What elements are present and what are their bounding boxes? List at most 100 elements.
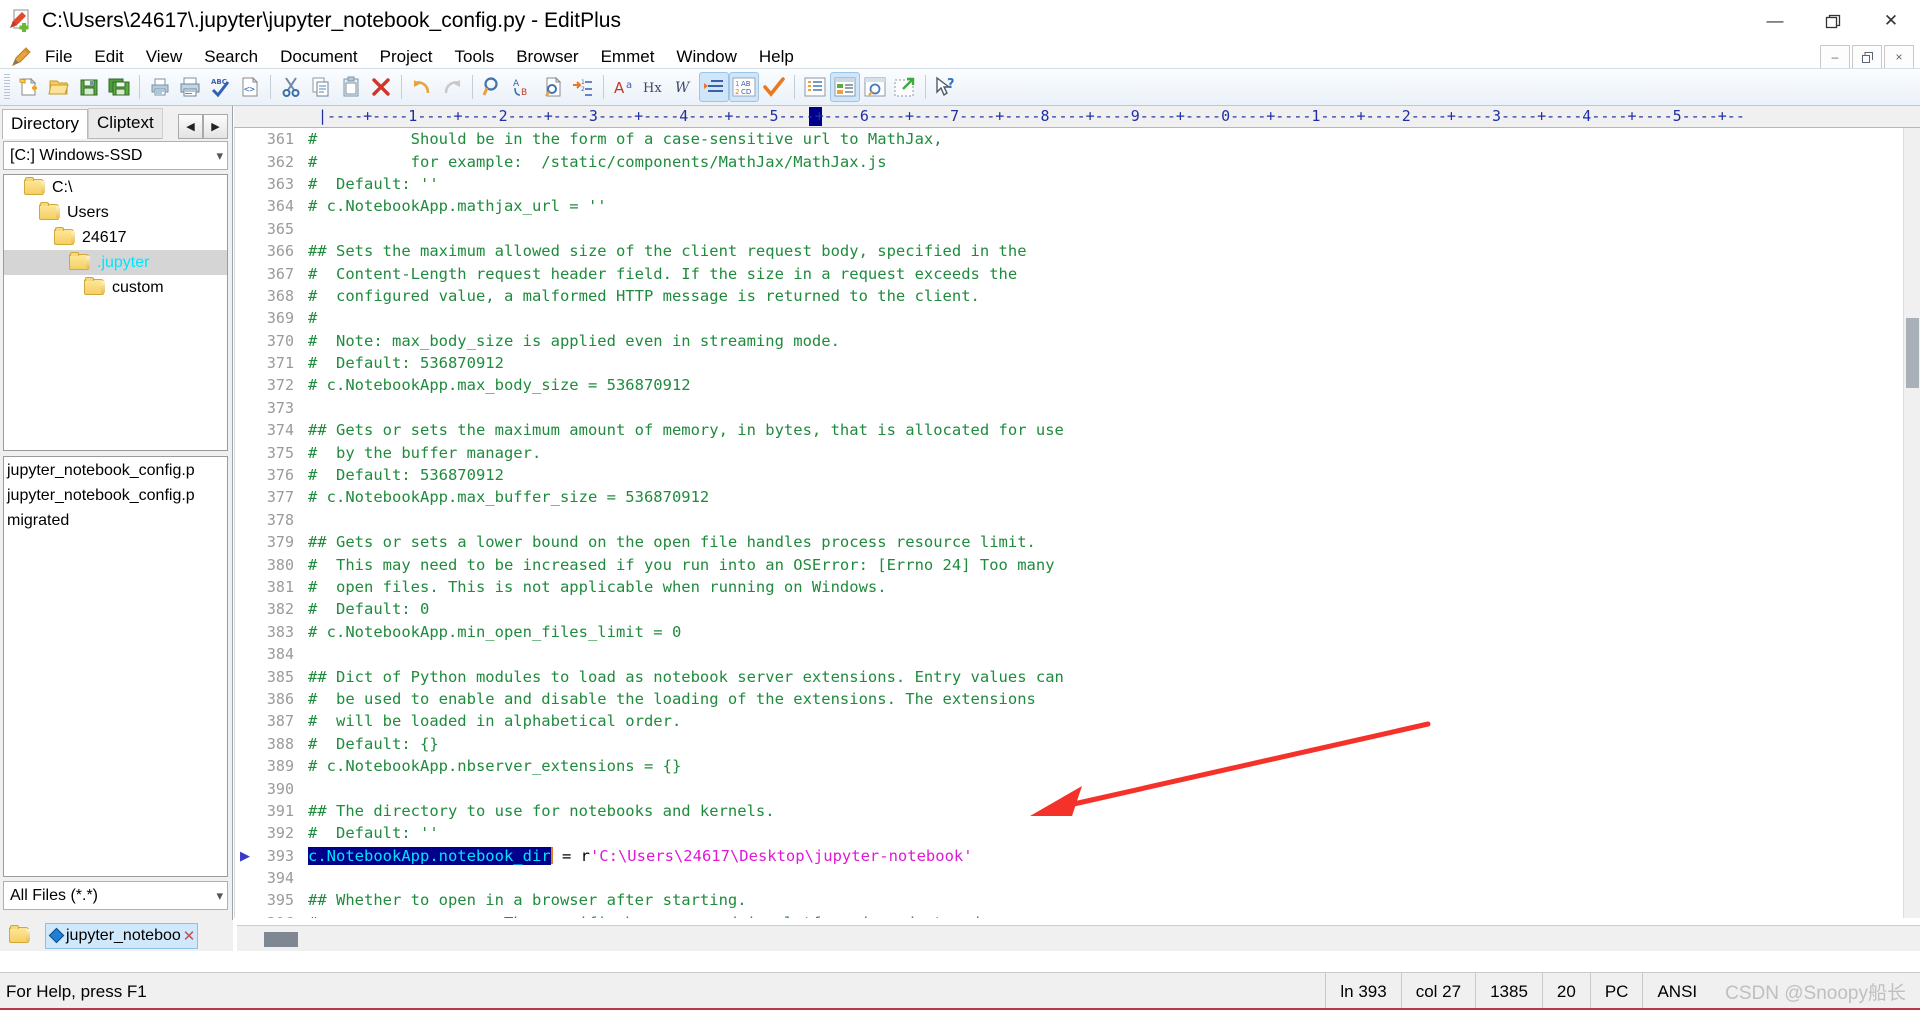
code-line-text[interactable]: # for example: /static/components/MathJa…	[302, 153, 887, 171]
tree-node-custom[interactable]: custom	[4, 275, 227, 300]
open-external-browser-icon[interactable]	[890, 72, 920, 102]
save-all-icon[interactable]	[104, 72, 134, 102]
code-line[interactable]: 385 ## Dict of Python modules to load as …	[234, 665, 1920, 687]
menu-item-tools[interactable]: Tools	[444, 44, 506, 70]
save-icon[interactable]	[74, 72, 104, 102]
code-line-text[interactable]: # Default: 536870912	[302, 354, 504, 372]
code-line[interactable]: 379 ## Gets or sets a lower bound on the …	[234, 531, 1920, 553]
code-line-text[interactable]: # by the buffer manager.	[302, 444, 541, 462]
code-line[interactable]: 373	[234, 397, 1920, 419]
code-line-text[interactable]: # Default: ''	[302, 824, 439, 842]
print-icon[interactable]	[175, 72, 205, 102]
code-line-text[interactable]: # Should be in the form of a case-sensit…	[302, 130, 943, 148]
code-line-text[interactable]: # Default: {}	[302, 735, 439, 753]
hex-viewer-icon[interactable]: Hx	[639, 72, 669, 102]
menu-item-window[interactable]: Window	[665, 44, 747, 70]
code-line-text[interactable]: # Note: max_body_size is applied even in…	[302, 332, 840, 350]
directory-tree[interactable]: C:\ Users 24617 .jupyter custom	[3, 174, 228, 451]
code-line[interactable]: 387 # will be loaded in alphabetical orde…	[234, 710, 1920, 732]
view-source-icon[interactable]: <>	[235, 72, 265, 102]
menu-item-project[interactable]: Project	[369, 44, 444, 70]
code-line[interactable]: 361 # Should be in the form of a case-sen…	[234, 128, 1920, 150]
code-line-text[interactable]: # Content-Length request header field. I…	[302, 265, 1017, 283]
code-line[interactable]: 370 # Note: max_body_size is applied even…	[234, 330, 1920, 352]
match-case-icon[interactable]: A a	[609, 72, 639, 102]
tree-node-c-drive[interactable]: C:\	[4, 175, 227, 200]
code-line[interactable]: 375 # by the buffer manager.	[234, 441, 1920, 463]
code-line[interactable]: 390	[234, 777, 1920, 799]
menu-item-file[interactable]: File	[34, 44, 83, 70]
tree-node-jupyter[interactable]: .jupyter	[4, 250, 227, 275]
tree-node-users[interactable]: Users	[4, 200, 227, 225]
code-line[interactable]: 388 # Default: {}	[234, 733, 1920, 755]
mdi-minimize-button[interactable]: –	[1820, 45, 1850, 69]
vertical-scroll-thumb[interactable]	[1906, 318, 1919, 388]
code-line-text[interactable]: # The specific browser used is platform …	[302, 914, 980, 918]
code-line[interactable]: 396 # The specific browser used is platfo…	[234, 912, 1920, 918]
code-line-text[interactable]: # configured value, a malformed HTTP mes…	[302, 287, 980, 305]
code-line-text[interactable]: # c.NotebookApp.max_buffer_size = 536870…	[302, 488, 709, 506]
copy-icon[interactable]	[306, 72, 336, 102]
code-line-text[interactable]: ## Gets or sets the maximum amount of me…	[302, 421, 1064, 439]
code-line-text[interactable]: ## Dict of Python modules to load as not…	[302, 668, 1064, 686]
cut-icon[interactable]	[276, 72, 306, 102]
code-line[interactable]: 392 # Default: ''	[234, 822, 1920, 844]
check-syntax-icon[interactable]	[759, 72, 789, 102]
code-line[interactable]: 376 # Default: 536870912	[234, 464, 1920, 486]
chevron-down-icon[interactable]: ▾	[216, 148, 223, 164]
line-numbers-icon[interactable]: 1 2 AB CD	[729, 72, 759, 102]
code-line[interactable]: 365	[234, 218, 1920, 240]
restore-button[interactable]	[1804, 0, 1862, 42]
menu-item-edit[interactable]: Edit	[83, 44, 134, 70]
find-icon[interactable]	[478, 72, 508, 102]
toolbar-grip[interactable]	[4, 74, 10, 100]
code-line[interactable]: 381 # open files. This is not applicable …	[234, 576, 1920, 598]
menu-item-help[interactable]: Help	[748, 44, 805, 70]
delete-icon[interactable]	[366, 72, 396, 102]
goto-line-icon[interactable]: 1 2	[568, 72, 598, 102]
code-editor[interactable]: 361 # Should be in the form of a case-sen…	[234, 128, 1920, 918]
code-line-text[interactable]: # Default: ''	[302, 175, 439, 193]
chevron-down-icon[interactable]: ▾	[216, 888, 223, 904]
document-tab-jupyter-notebook-config[interactable]: jupyter_noteboo ✕	[45, 922, 199, 949]
code-line[interactable]: 389 # c.NotebookApp.nbserver_extensions =…	[234, 755, 1920, 777]
horizontal-scroll-thumb[interactable]	[264, 932, 298, 947]
menu-item-browser[interactable]: Browser	[505, 44, 589, 70]
new-file-icon[interactable]	[14, 72, 44, 102]
code-line-text[interactable]: ## Gets or sets a lower bound on the ope…	[302, 533, 1036, 551]
minimize-button[interactable]: —	[1746, 0, 1804, 42]
word-wrap-icon[interactable]: W	[669, 72, 699, 102]
code-lines-container[interactable]: 361 # Should be in the form of a case-sen…	[234, 128, 1920, 918]
code-line[interactable]: 366 ## Sets the maximum allowed size of t…	[234, 240, 1920, 262]
code-line[interactable]: 384	[234, 643, 1920, 665]
code-line-text[interactable]: # be used to enable and disable the load…	[302, 690, 1036, 708]
print-preview-icon[interactable]	[145, 72, 175, 102]
open-file-icon[interactable]	[44, 72, 74, 102]
code-line-text[interactable]: # This may need to be increased if you r…	[302, 556, 1055, 574]
code-line[interactable]: 377 # c.NotebookApp.max_buffer_size = 536…	[234, 486, 1920, 508]
code-line[interactable]: 378	[234, 509, 1920, 531]
tab-directory[interactable]: Directory	[2, 109, 89, 139]
code-line[interactable]: 364 # c.NotebookApp.mathjax_url = ''	[234, 195, 1920, 217]
document-selector-icon[interactable]	[800, 72, 830, 102]
list-item[interactable]: migrated	[4, 508, 227, 533]
code-line-text[interactable]: # Default: 0	[302, 600, 429, 618]
menu-item-emmet[interactable]: Emmet	[590, 44, 666, 70]
file-list[interactable]: jupyter_notebook_config.p jupyter_notebo…	[3, 456, 228, 877]
code-line-text[interactable]: ## Sets the maximum allowed size of the …	[302, 242, 1027, 260]
code-line[interactable]: 362 # for example: /static/components/Mat…	[234, 150, 1920, 172]
tree-node-24617[interactable]: 24617	[4, 225, 227, 250]
file-filter-selector[interactable]: All Files (*.*) ▾	[3, 881, 228, 910]
list-item[interactable]: jupyter_notebook_config.p	[4, 483, 227, 508]
code-line-text[interactable]: ## The directory to use for notebooks an…	[302, 802, 775, 820]
editor-horizontal-scrollbar[interactable]	[234, 925, 1920, 951]
tab-cliptext[interactable]: Cliptext	[88, 108, 163, 139]
close-icon[interactable]: ✕	[183, 927, 196, 945]
redo-icon[interactable]	[437, 72, 467, 102]
menu-item-document[interactable]: Document	[269, 44, 368, 70]
code-line[interactable]: 386 # be used to enable and disable the l…	[234, 688, 1920, 710]
code-line-text[interactable]: ## Whether to open in a browser after st…	[302, 891, 747, 909]
tab-next-arrow-icon[interactable]: ▶	[203, 114, 228, 139]
indent-icon[interactable]	[699, 72, 729, 102]
code-line[interactable]: 369 #	[234, 307, 1920, 329]
